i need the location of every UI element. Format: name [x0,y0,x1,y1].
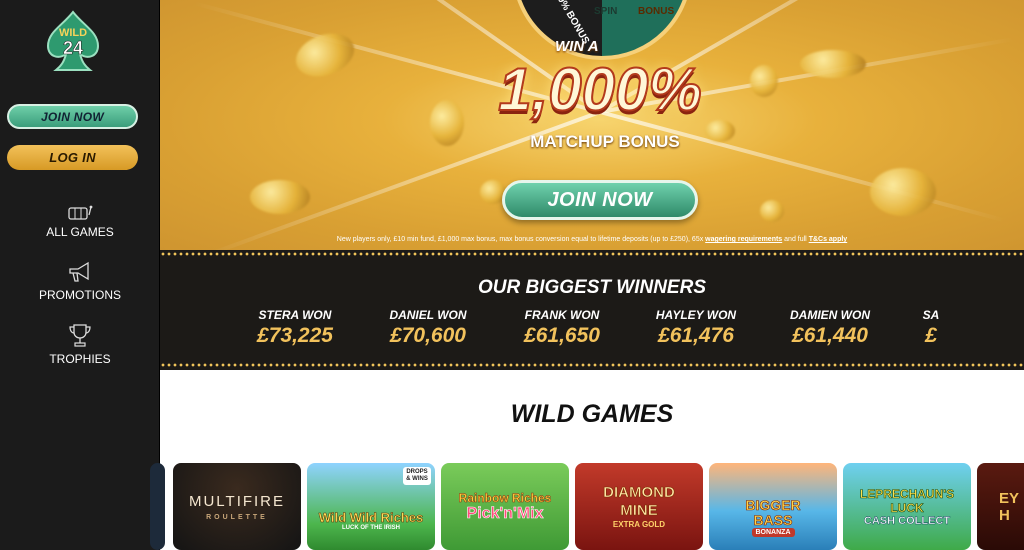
gold-coin [250,180,310,214]
winner-name: FRANK WON [524,308,600,322]
game-title: MULTIFIRE [188,492,286,510]
wild-games-title: WILD GAMES [510,400,674,428]
nav-all-games[interactable]: ALL GAMES [0,205,160,239]
logo-text-24: 24 [63,38,83,58]
wheel-segment: SPIN [594,6,618,17]
hero-join-now-label: JOIN NOW [547,188,653,211]
winner-amount: £61,650 [524,324,600,347]
game-subtitle: BONANZA [751,528,795,537]
winner-amount: £61,440 [792,324,868,347]
winner-name: SA [922,308,940,322]
sidebar: WILD 24 JOIN NOW LOG IN ALL GAMES PROMOT… [0,0,160,550]
game-title: LEPRECHAUN'S LUCK [859,486,955,515]
game-tile-partial[interactable] [150,463,165,550]
game-title: BIGGER BASS [745,497,801,528]
trophy-icon [69,324,91,347]
join-now-button[interactable]: JOIN NOW [7,104,138,129]
log-in-label: LOG IN [49,150,96,165]
gold-coin [870,168,936,216]
game-tile[interactable]: LEPRECHAUN'S LUCK CASH COLLECT [843,463,971,550]
winner-item: STERA WON £73,225 [235,308,355,348]
nav-all-games-label: ALL GAMES [46,225,114,239]
game-subtitle: LUCK OF THE IRISH [342,525,400,531]
winner-amount: £ [925,324,937,347]
marquee-lights-bottom [160,363,1024,367]
game-title: EY [999,489,1020,507]
nav-trophies-label: TROPHIES [49,352,111,366]
game-tile[interactable]: BIGGER BASS BONANZA [709,463,837,550]
winner-item: DAMIEN WON £61,440 [770,308,890,348]
nav-trophies[interactable]: TROPHIES [0,322,160,366]
winner-name: HAYLEY WON [655,308,737,322]
terms-mid: and full [784,236,807,243]
wild24-logo[interactable]: WILD 24 [42,8,104,76]
nav-promotions-label: PROMOTIONS [38,288,121,302]
gold-coin [289,25,361,85]
game-subtitle: Pick'n'Mix [466,504,544,522]
winners-title: OUR BIGGEST WINNERS [477,277,706,298]
winner-item: SA £ [916,308,946,348]
game-tile[interactable]: MULTIFIRE ROULETTE [173,463,301,550]
tcs-link[interactable]: T&Cs apply [809,236,848,243]
log-in-button[interactable]: LOG IN [7,145,138,170]
game-tile[interactable]: DIAMOND MINE EXTRA GOLD [575,463,703,550]
winner-name: STERA WON [258,308,332,322]
game-subtitle: CASH COLLECT [863,514,951,527]
bonus-subtitle: MATCHUP BONUS [530,132,680,151]
game-subtitle: H [999,506,1010,524]
game-title: DIAMOND MINE [603,484,675,520]
slot-machine-icon [68,205,93,220]
winner-name: DANIEL WON [389,308,467,322]
drops-wins-badge: DROPS & WINS [403,467,431,485]
terms-text: New players only, £10 min fund, £1,000 m… [160,236,1024,243]
winner-amount: £61,476 [658,324,734,347]
winner-amount: £70,600 [390,324,466,347]
hero-banner: 500% BONUS SPIN BONUS 200% BONUS WIN A 1… [160,0,1024,250]
winner-amount: £73,225 [257,324,333,347]
join-now-label: JOIN NOW [40,109,105,124]
marquee-lights-top [160,252,1024,256]
megaphone-icon [69,261,89,282]
wagering-link[interactable]: wagering requirements [705,236,782,243]
winner-name: DAMIEN WON [790,308,870,322]
prize-wheel: 500% BONUS SPIN BONUS 200% BONUS [512,0,692,60]
nav-promotions[interactable]: PROMOTIONS [0,260,160,302]
winner-item: DANIEL WON £70,600 [368,308,488,348]
gold-coin [760,200,784,222]
gold-coin [800,50,866,78]
bonus-amount: 1,000% [497,55,703,124]
biggest-winners-section: OUR BIGGEST WINNERS STERA WON £73,225 DAN… [160,250,1024,370]
game-subtitle: EXTRA GOLD [612,520,666,529]
game-title: Wild Wild Riches [318,510,424,526]
winner-item: HAYLEY WON £61,476 [636,308,756,348]
game-subtitle: ROULETTE [206,513,268,521]
game-tile-partial[interactable]: EY H [977,463,1024,550]
hero-join-now-button[interactable]: JOIN NOW [502,180,698,220]
game-title: Rainbow Riches [458,490,552,505]
win-a-text: WIN A [555,38,599,55]
terms-body: New players only, £10 min fund, £1,000 m… [336,236,704,243]
winner-item: FRANK WON £61,650 [502,308,622,348]
wheel-segment: BONUS [638,6,675,17]
game-tile[interactable]: Rainbow Riches Pick'n'Mix [441,463,569,550]
game-tile[interactable]: DROPS & WINS Wild Wild Riches LUCK OF TH… [307,463,435,550]
